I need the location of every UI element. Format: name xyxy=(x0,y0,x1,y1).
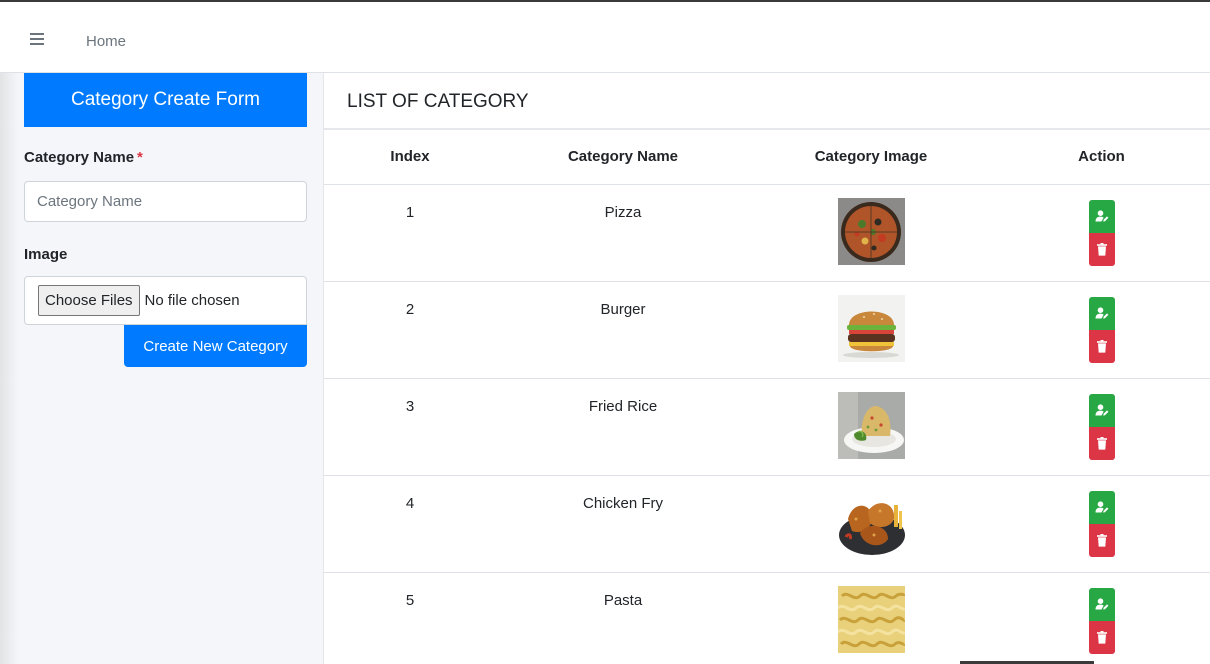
column-header-category-image: Category Image xyxy=(750,130,992,185)
user-edit-icon xyxy=(1095,210,1108,222)
form-header: Category Create Form xyxy=(24,73,307,127)
row-index: 4 xyxy=(324,475,496,573)
edit-button[interactable] xyxy=(1088,199,1115,233)
create-new-category-button[interactable]: Create New Category xyxy=(124,325,307,367)
row-action-cell xyxy=(992,572,1210,664)
pasta-thumbnail xyxy=(837,585,905,653)
row-action-cell xyxy=(992,281,1210,379)
row-category-name: Pasta xyxy=(496,572,750,664)
row-image-cell xyxy=(750,378,992,476)
row-category-name: Fried Rice xyxy=(496,378,750,476)
trash-icon xyxy=(1096,242,1107,256)
category-name-input[interactable] xyxy=(24,181,307,222)
user-edit-icon xyxy=(1095,307,1108,319)
user-edit-icon xyxy=(1095,501,1108,513)
trash-icon xyxy=(1096,630,1107,644)
row-actions xyxy=(992,393,1210,460)
hamburger-icon[interactable] xyxy=(30,33,44,45)
row-actions xyxy=(992,587,1210,654)
row-index: 5 xyxy=(324,572,496,664)
row-category-name: Chicken Fry xyxy=(496,475,750,573)
row-action-cell xyxy=(992,378,1210,476)
row-index: 2 xyxy=(324,281,496,379)
row-image-cell xyxy=(750,281,992,379)
category-table: Index Category Name Category Image Actio… xyxy=(324,130,1210,664)
row-actions xyxy=(992,199,1210,266)
edit-button[interactable] xyxy=(1088,393,1115,427)
column-header-action: Action xyxy=(992,130,1210,185)
delete-button[interactable] xyxy=(1088,620,1115,654)
row-image-cell xyxy=(750,572,992,664)
table-row: 3 Fried Rice xyxy=(324,378,1210,476)
image-label: Image xyxy=(24,246,68,263)
trash-icon xyxy=(1096,436,1107,450)
delete-button[interactable] xyxy=(1088,232,1115,266)
pizza-thumbnail xyxy=(837,197,905,265)
row-index: 3 xyxy=(324,378,496,476)
fried-rice-thumbnail xyxy=(837,391,905,459)
table-row: 1 Pizza xyxy=(324,184,1210,282)
row-actions xyxy=(992,296,1210,363)
row-category-name: Burger xyxy=(496,281,750,379)
trash-icon xyxy=(1096,339,1107,353)
category-list-panel: LIST OF CATEGORY Index Category Name Cat… xyxy=(323,73,1210,664)
chicken-fry-thumbnail xyxy=(837,488,905,556)
trash-icon xyxy=(1096,533,1107,547)
row-actions xyxy=(992,490,1210,557)
delete-button[interactable] xyxy=(1088,329,1115,363)
row-index: 1 xyxy=(324,184,496,282)
table-row: 4 Chicken Fry xyxy=(324,475,1210,573)
list-title: LIST OF CATEGORY xyxy=(347,91,529,112)
file-status-text: No file chosen xyxy=(144,292,240,309)
user-edit-icon xyxy=(1095,598,1108,610)
nav-home-link[interactable]: Home xyxy=(86,33,126,50)
category-form-panel: Category Create Form Category Name* Imag… xyxy=(0,73,323,664)
row-image-cell xyxy=(750,184,992,282)
row-action-cell xyxy=(992,475,1210,573)
table-header-row: Index Category Name Category Image Actio… xyxy=(324,130,1210,185)
top-navbar: Home xyxy=(0,2,1210,73)
edit-button[interactable] xyxy=(1088,296,1115,330)
edit-button[interactable] xyxy=(1088,490,1115,524)
choose-files-button[interactable]: Choose Files xyxy=(38,285,140,316)
image-file-input[interactable]: Choose Files No file chosen xyxy=(24,276,307,325)
table-row: 2 Burger xyxy=(324,281,1210,379)
delete-button[interactable] xyxy=(1088,523,1115,557)
row-image-cell xyxy=(750,475,992,573)
delete-button[interactable] xyxy=(1088,426,1115,460)
row-category-name: Pizza xyxy=(496,184,750,282)
column-header-category-name: Category Name xyxy=(496,130,750,185)
table-row: 5 Pasta xyxy=(324,572,1210,664)
edit-button[interactable] xyxy=(1088,587,1115,621)
burger-thumbnail xyxy=(837,294,905,362)
column-header-index: Index xyxy=(324,130,496,185)
user-edit-icon xyxy=(1095,404,1108,416)
category-name-label: Category Name * xyxy=(24,149,143,166)
row-action-cell xyxy=(992,184,1210,282)
required-mark: * xyxy=(137,149,143,166)
